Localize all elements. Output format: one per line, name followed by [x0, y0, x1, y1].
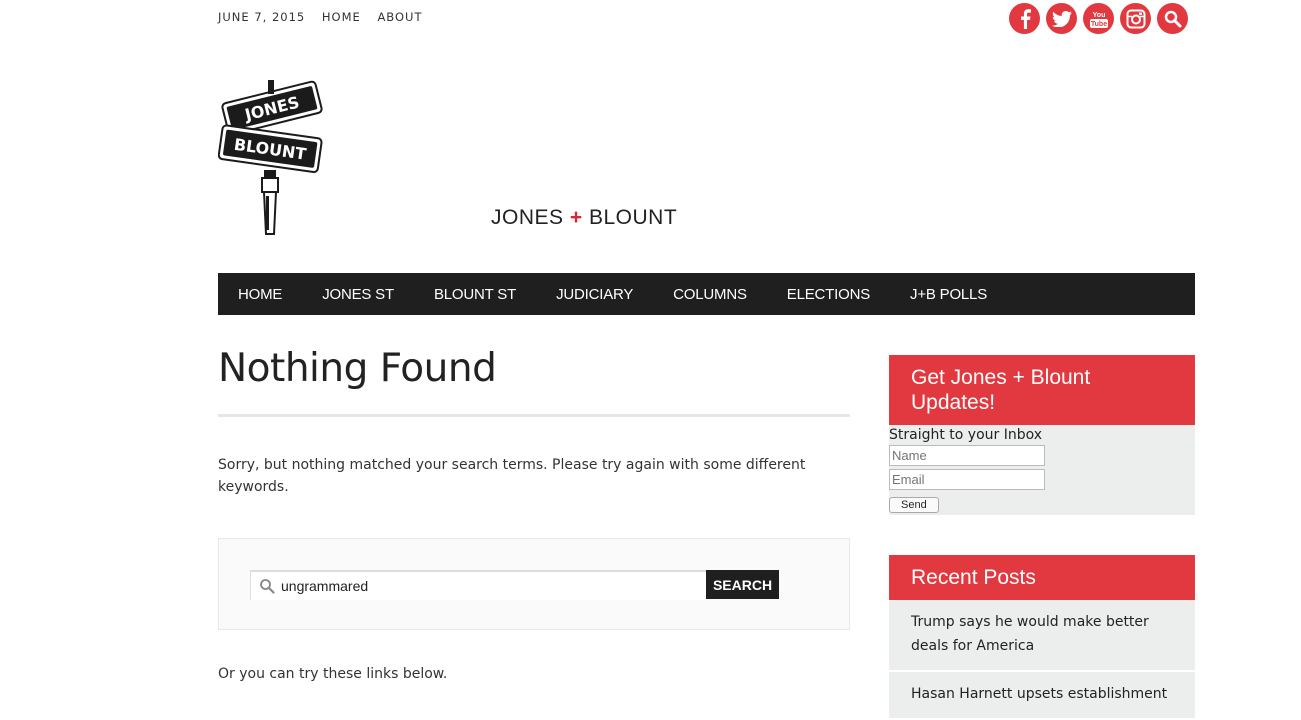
nav-item-jb-polls[interactable]: J+B POLLS: [890, 286, 1007, 303]
twitter-icon[interactable]: [1046, 3, 1077, 34]
nav-item-judiciary[interactable]: JUDICIARY: [536, 286, 653, 303]
name-field[interactable]: [889, 445, 1045, 466]
social-icons: You Tube: [1009, 3, 1188, 34]
nav-item-blount-st[interactable]: BLOUNT ST: [414, 286, 536, 303]
youtube-icon[interactable]: You Tube: [1083, 3, 1114, 34]
search-button[interactable]: SEARCH: [706, 570, 779, 599]
title-divider: [218, 414, 850, 417]
links-intro: Or you can try these links below.: [218, 666, 448, 682]
recent-posts-title: Recent Posts: [889, 555, 1195, 600]
top-bar: JUNE 7, 2015 HOME ABOUT: [218, 10, 435, 24]
recent-post-link[interactable]: Hasan Harnett upsets establishment: [889, 672, 1195, 720]
site-title[interactable]: JONES + BLOUNT: [491, 206, 677, 230]
nav-item-home[interactable]: HOME: [218, 286, 302, 303]
site-title-plus: +: [569, 206, 583, 229]
no-results-message: Sorry, but nothing matched your search t…: [218, 457, 806, 495]
recent-posts-widget: Recent Posts Trump says he would make be…: [889, 555, 1195, 720]
search-icon[interactable]: [1157, 3, 1188, 34]
newsletter-subtitle: Straight to your Inbox: [889, 427, 1043, 443]
magnifier-icon: [260, 579, 275, 594]
page-title: Nothing Found: [218, 346, 497, 391]
top-link-home[interactable]: HOME: [322, 10, 361, 24]
newsletter-form: Straight to your Inbox Send: [889, 425, 1195, 515]
site-title-left: JONES: [491, 206, 564, 229]
send-button[interactable]: Send: [889, 497, 939, 513]
nav-item-columns[interactable]: COLUMNS: [653, 286, 767, 303]
svg-text:You: You: [1092, 12, 1105, 19]
search-panel: SEARCH: [218, 538, 850, 630]
main-nav: HOME JONES ST BLOUNT ST JUDICIARY COLUMN…: [218, 273, 1195, 315]
search-field[interactable]: [250, 570, 707, 600]
nav-item-jones-st[interactable]: JONES ST: [302, 286, 414, 303]
nav-item-elections[interactable]: ELECTIONS: [767, 286, 890, 303]
recent-post-link[interactable]: Trump says he would make better deals fo…: [889, 600, 1195, 672]
svg-text:Tube: Tube: [1090, 21, 1106, 28]
newsletter-widget: Get Jones + Blount Updates! Straight to …: [889, 355, 1195, 515]
email-field[interactable]: [889, 469, 1045, 490]
date-text: JUNE 7, 2015: [218, 10, 306, 24]
search-input[interactable]: [281, 578, 701, 594]
site-logo[interactable]: JONES BLOUNT: [217, 78, 326, 240]
site-title-right: BLOUNT: [588, 206, 678, 229]
instagram-icon[interactable]: [1120, 3, 1151, 34]
top-link-about[interactable]: ABOUT: [377, 10, 422, 24]
newsletter-title: Get Jones + Blount Updates!: [889, 355, 1195, 425]
facebook-icon[interactable]: [1009, 3, 1040, 34]
